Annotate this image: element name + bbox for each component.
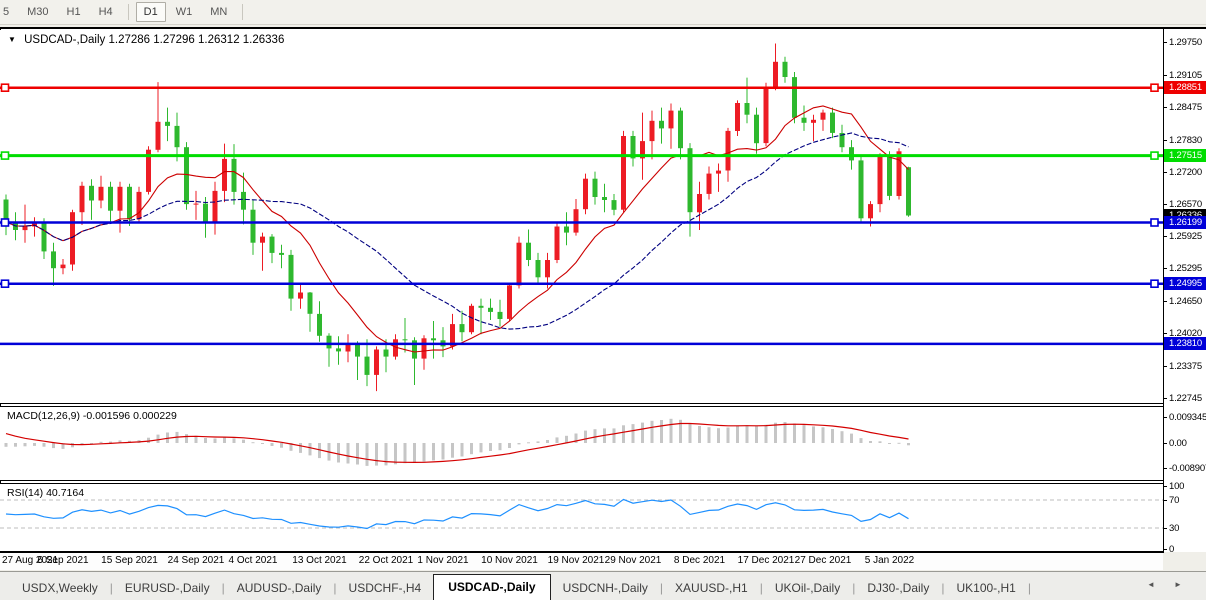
price-tick: 1.28475: [1164, 101, 1206, 114]
timeframe-button-h4[interactable]: H4: [91, 2, 121, 22]
date-label: 6 Sep 2021: [37, 555, 88, 566]
rsi-tick: 30: [1164, 522, 1206, 535]
toolbar-separator: [128, 4, 129, 20]
price-tick: 1.27830: [1164, 134, 1206, 147]
price-tick: 1.29750: [1164, 36, 1206, 49]
pane-divider: [0, 403, 1164, 404]
tab-eurusd-daily[interactable]: EURUSD-,Daily: [113, 577, 222, 600]
tab-usdcad-daily[interactable]: USDCAD-,Daily: [433, 574, 550, 600]
tab-audusd-daily[interactable]: AUDUSD-,Daily: [225, 577, 334, 600]
tab-scroll-left-icon[interactable]: ◄: [1147, 580, 1155, 589]
price-tick: 1.29105: [1164, 69, 1206, 82]
date-label: 15 Sep 2021: [101, 555, 158, 566]
tab-dj30-daily[interactable]: DJ30-,Daily: [855, 577, 941, 600]
level-price-badge: 1.27515: [1164, 149, 1206, 162]
rsi-indicator-label: RSI(14) 40.7164: [7, 487, 84, 499]
price-tick: 1.25295: [1164, 262, 1206, 275]
level-price-badge: 1.24995: [1164, 277, 1206, 290]
macd-tick: -0.008907: [1164, 462, 1206, 475]
timeframe-button-h1[interactable]: H1: [59, 2, 89, 22]
tab-uk100-h1[interactable]: UK100-,H1: [944, 577, 1027, 600]
date-axis[interactable]: 27 Aug 20216 Sep 202115 Sep 202124 Sep 2…: [0, 553, 1163, 570]
pane-divider: [0, 480, 1164, 481]
timeframe-button-mn[interactable]: MN: [202, 2, 235, 22]
date-label: 10 Nov 2021: [481, 555, 538, 566]
timeframe-button-m30[interactable]: M30: [19, 2, 56, 22]
level-price-badge: 1.28851: [1164, 81, 1206, 94]
toolbar-separator: [242, 4, 243, 20]
ma-slow-line: [6, 133, 909, 329]
date-label: 8 Dec 2021: [674, 555, 725, 566]
timeframe-button-w1[interactable]: W1: [168, 2, 201, 22]
date-label: 4 Oct 2021: [229, 555, 278, 566]
macd-signal-line: [6, 424, 909, 463]
price-tick: 1.23375: [1164, 360, 1206, 373]
date-label: 29 Nov 2021: [605, 555, 662, 566]
tab-xauusd-h1[interactable]: XAUUSD-,H1: [663, 577, 760, 600]
tab-usdx-weekly[interactable]: USDX,Weekly: [10, 577, 110, 600]
price-chart-pane[interactable]: [0, 30, 1163, 403]
price-tick: 1.22745: [1164, 392, 1206, 405]
price-tick: 1.25925: [1164, 230, 1206, 243]
date-label: 27 Dec 2021: [795, 555, 852, 566]
ma-fast-line: [6, 106, 909, 352]
date-label: 5 Jan 2022: [865, 555, 915, 566]
price-tick: 1.24650: [1164, 295, 1206, 308]
date-label: 1 Nov 2021: [417, 555, 468, 566]
date-label: 17 Dec 2021: [738, 555, 795, 566]
rsi-pane[interactable]: [0, 484, 1163, 551]
level-price-badge: 1.23810: [1164, 337, 1206, 350]
timeframe-button-5[interactable]: 5: [0, 2, 17, 22]
rsi-tick: 70: [1164, 494, 1206, 507]
tab-scroll-right-icon[interactable]: ►: [1174, 580, 1182, 589]
date-label: 24 Sep 2021: [168, 555, 225, 566]
macd-tick: 0.009345: [1164, 411, 1206, 424]
tab-separator: |: [1028, 577, 1031, 600]
timeframe-button-d1[interactable]: D1: [136, 2, 166, 22]
chart-title: ▼ USDCAD-,Daily 1.27286 1.27296 1.26312 …: [8, 34, 284, 46]
level-price-badge: 1.26199: [1164, 216, 1206, 229]
rsi-tick: 0: [1164, 543, 1206, 556]
chart-ohlc-values: 1.27286 1.27296 1.26312 1.26336: [108, 34, 284, 46]
date-label: 13 Oct 2021: [292, 555, 346, 566]
tab-ukoil-daily[interactable]: UKOil-,Daily: [763, 577, 852, 600]
rsi-tick: 100: [1164, 480, 1206, 493]
rsi-line: [6, 499, 909, 528]
tab-usdchf-h4[interactable]: USDCHF-,H4: [337, 577, 434, 600]
date-label: 22 Oct 2021: [359, 555, 413, 566]
price-axis[interactable]: 1.297501.291051.284751.278301.272001.265…: [1164, 27, 1206, 552]
chart-collapse-icon[interactable]: ▼: [8, 35, 16, 44]
price-tick: 1.27200: [1164, 166, 1206, 179]
timeframe-toolbar: 5M30H1H4 D1W1MN: [0, 0, 1206, 25]
tab-usdcnh-daily[interactable]: USDCNH-,Daily: [551, 577, 660, 600]
macd-tick: 0.00: [1164, 437, 1206, 450]
chart-tab-bar: USDX,Weekly|EURUSD-,Daily|AUDUSD-,Daily|…: [0, 571, 1206, 600]
terminal-window: 5M30H1H4 D1W1MN ▼ USDCAD-,Daily 1.27286 1…: [0, 0, 1206, 600]
date-label: 19 Nov 2021: [548, 555, 605, 566]
chart-symbol-label: USDCAD-,Daily: [24, 34, 105, 46]
macd-indicator-label: MACD(12,26,9) -0.001596 0.000229: [7, 410, 177, 422]
